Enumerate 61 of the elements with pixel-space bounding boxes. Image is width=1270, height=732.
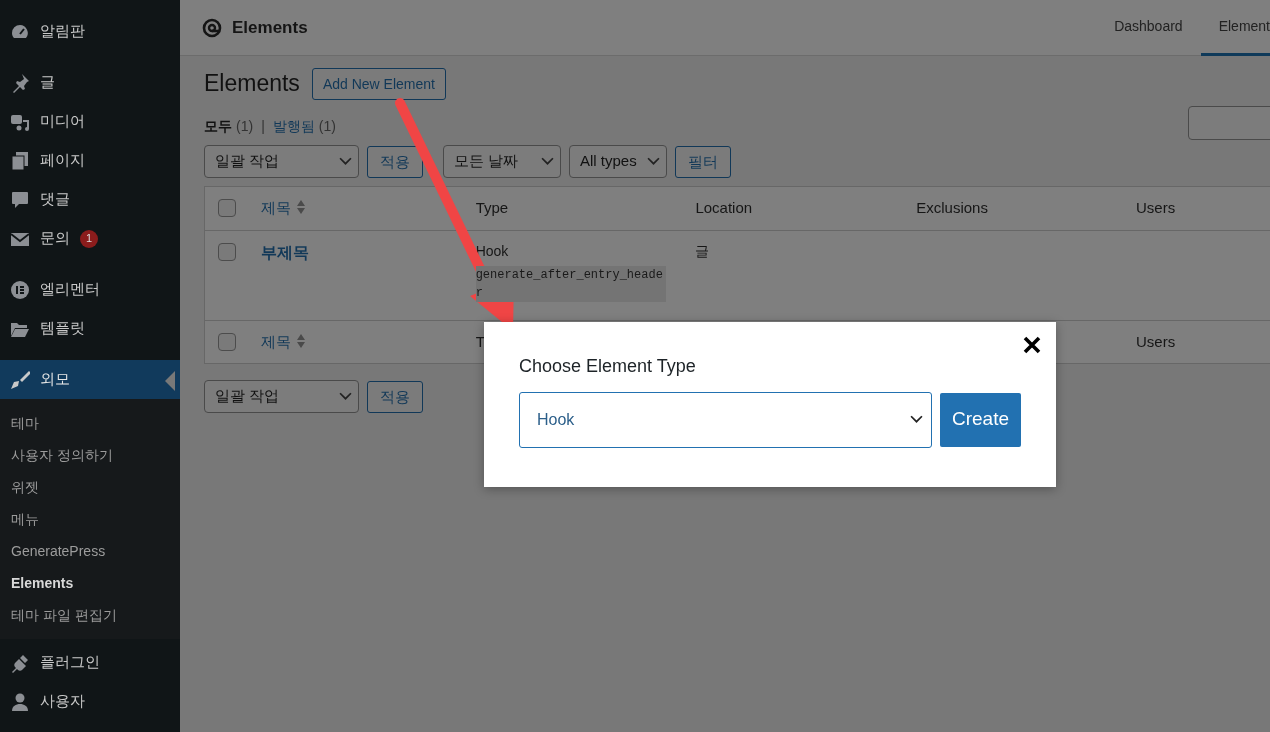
submenu-item[interactable]: 사용자 정의하기 [0, 439, 180, 471]
checkbox[interactable] [218, 242, 236, 261]
submenu-item[interactable]: 위젯 [0, 471, 180, 503]
chevron-down-icon [647, 157, 660, 166]
user-icon [10, 691, 30, 712]
submenu-item[interactable]: 메뉴 [0, 503, 180, 535]
dropdown[interactable]: All types [569, 145, 667, 178]
dropdown[interactable]: 일괄 작업 [204, 145, 359, 178]
menu-item[interactable]: 템플릿 [0, 309, 180, 348]
column-header: Users [1136, 332, 1176, 350]
menu-item[interactable]: 엘리멘터 [0, 270, 180, 309]
circle-e-icon [10, 279, 30, 300]
speech-bubble-icon [10, 189, 30, 210]
column-header: Type [475, 199, 509, 216]
separator: | [261, 117, 265, 136]
checkbox[interactable] [218, 332, 236, 351]
pages-icon [10, 150, 30, 171]
nav-tab[interactable]: Dashboard [1096, 0, 1201, 56]
menu-item[interactable]: 외모 [0, 360, 180, 399]
sort-icon[interactable] [295, 199, 306, 215]
element-type-dropdown[interactable]: Hook [519, 391, 932, 448]
chevron-down-icon [909, 415, 923, 425]
chevron-down-icon [339, 392, 352, 401]
nav-tab[interactable]: Element [1200, 0, 1270, 56]
menu-item[interactable]: 글 [0, 63, 180, 102]
dialog-title: Choose Element Type [519, 356, 697, 378]
table-cell: 글 [695, 242, 710, 259]
menu-item[interactable]: 사용자 [0, 682, 180, 721]
hook-name: generate_after_entry_header [475, 265, 666, 302]
submenu-item[interactable]: 테마 [0, 407, 180, 439]
close-button[interactable] [1022, 334, 1042, 354]
table-cell-text: Hook [475, 241, 510, 261]
logo-icon [202, 17, 222, 38]
view-count: (1) [236, 117, 254, 136]
checkbox[interactable] [218, 199, 236, 217]
paintbrush-icon [10, 369, 30, 390]
view-count: (1) [318, 117, 336, 136]
chevron-down-icon [339, 157, 352, 166]
chevron-down-icon [541, 157, 554, 166]
view-link[interactable]: 모두 [204, 116, 232, 137]
page-title: Elements [204, 70, 300, 98]
menu-item[interactable]: 댓글 [0, 180, 180, 219]
column-header: Users [1136, 199, 1176, 216]
create-button[interactable]: Create [939, 392, 1021, 447]
menu-item[interactable]: 문의 1 [0, 219, 180, 258]
submenu-item[interactable]: 테마 파일 편집기 [0, 599, 180, 631]
dropdown[interactable]: 모든 날짜 [443, 145, 561, 178]
submenu-item[interactable]: Elements [0, 567, 180, 599]
search-field[interactable] [1188, 106, 1270, 140]
menu-item[interactable]: 플러그인 [0, 643, 180, 682]
menu-item[interactable]: 알림판 [0, 12, 180, 51]
dropdown[interactable]: 일괄 작업 [204, 380, 359, 413]
menu-item[interactable]: 페이지 [0, 141, 180, 180]
notification-count: 1 [80, 229, 98, 248]
sort-icon[interactable] [295, 332, 306, 349]
submenu-item[interactable]: GeneratePress [0, 535, 180, 567]
column-header: Exclusions [916, 199, 988, 216]
plug-icon [10, 652, 30, 673]
column-header: Location [695, 199, 753, 216]
page-header-title: Elements [232, 16, 308, 39]
menu-item[interactable]: 미디어 [0, 102, 180, 141]
